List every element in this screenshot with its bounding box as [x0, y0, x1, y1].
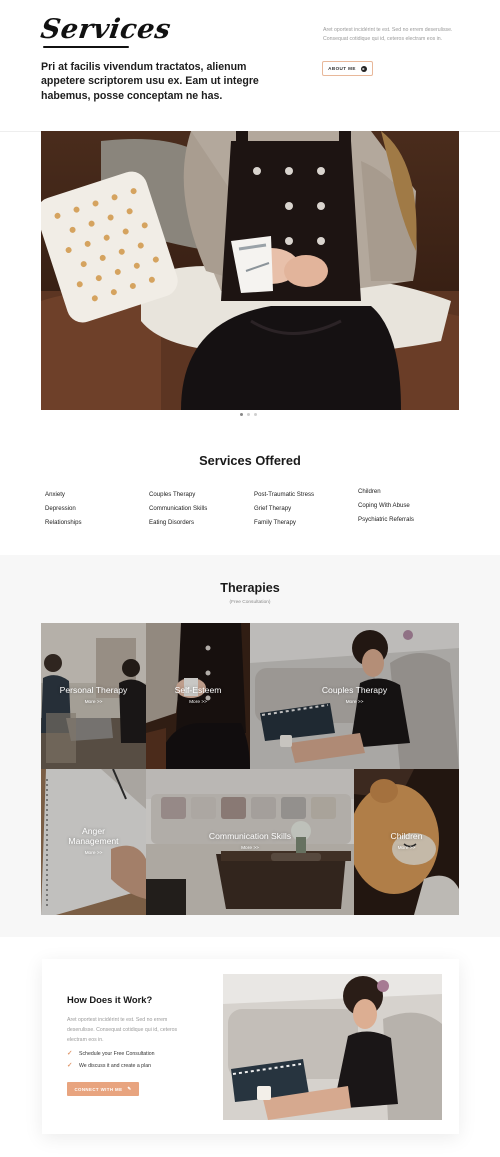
tile-overlay: [250, 623, 459, 769]
woman-on-couch-illustration: [223, 974, 442, 1120]
slider-dot[interactable]: [254, 413, 257, 416]
therapy-tile-communication[interactable]: Communication Skills More >>: [146, 769, 354, 915]
tile-more-link[interactable]: More >>: [354, 846, 459, 851]
service-item: Psychiatric Referrals: [358, 516, 414, 523]
how-it-works-text: Aret oportest incidérint te est. Sed no …: [67, 1017, 178, 1044]
service-item: Children: [358, 488, 381, 495]
services-column: Children Coping With Abuse Psychiatric R…: [358, 485, 414, 527]
about-me-label: ABOUT ME: [328, 66, 356, 71]
therapies-title: Therapies: [220, 581, 280, 595]
check-icon: ✓: [67, 1050, 73, 1057]
therapy-tile-anger-management[interactable]: Anger Management More >>: [41, 769, 146, 915]
tile-more-link[interactable]: More >>: [41, 851, 146, 856]
tile-more-link[interactable]: More >>: [146, 700, 250, 705]
about-me-button[interactable]: ABOUT ME ▸: [322, 61, 373, 76]
slider-dot[interactable]: [247, 413, 250, 416]
hero-photo-illustration: [41, 131, 459, 410]
tile-label-line: Anger: [82, 826, 105, 836]
service-item: Eating Disorders: [149, 519, 195, 526]
connect-button-label: CONNECT WITH ME: [74, 1086, 123, 1092]
lead-paragraph: Pri at facilis vivendum tractatos, alien…: [41, 61, 259, 102]
service-item: Anxiety: [45, 491, 65, 498]
services-column: Anxiety Depression Relationships: [45, 488, 82, 530]
connect-with-me-button[interactable]: CONNECT WITH ME ✎: [67, 1082, 139, 1096]
arrow-right-icon: ▸: [360, 65, 367, 72]
slider-dot[interactable]: [240, 413, 243, 416]
service-item: Relationships: [45, 519, 82, 526]
intro-text: Aret oportest incidérint te est. Sed no …: [323, 27, 453, 42]
tile-label: Self-Esteem: [174, 685, 222, 695]
services-column: Couples Therapy Communication Skills Eat…: [149, 488, 207, 530]
tile-overlay: [354, 769, 459, 915]
therapies-subtitle: (Free Consultation): [229, 600, 271, 605]
step-label: We discuss it and create a plan: [79, 1063, 151, 1069]
tile-label: Couples Therapy: [321, 685, 388, 695]
tile-overlay: [41, 623, 146, 769]
service-item: Couples Therapy: [149, 491, 196, 498]
title-underline: [43, 46, 129, 48]
step-item: ✓ We discuss it and create a plan: [67, 1062, 151, 1069]
service-item: Coping With Abuse: [358, 502, 410, 509]
tile-label: Personal Therapy: [59, 685, 128, 695]
service-item: Post-Traumatic Stress: [254, 491, 315, 498]
service-item: Depression: [45, 505, 76, 512]
tile-label: Communication Skills: [208, 831, 292, 841]
pencil-icon: ✎: [127, 1086, 132, 1091]
how-it-works-title: How Does it Work?: [67, 994, 153, 1005]
tile-overlay: [146, 623, 250, 769]
tile-more-link[interactable]: More >>: [146, 846, 354, 851]
how-it-works-photo: [223, 974, 442, 1120]
therapy-tile-personal[interactable]: Personal Therapy More >>: [41, 623, 146, 769]
hero-image: [41, 131, 459, 410]
service-item: Communication Skills: [149, 505, 208, 512]
tile-overlay: [146, 769, 354, 915]
tile-label: Children: [390, 831, 423, 841]
tile-more-link[interactable]: More >>: [41, 700, 146, 705]
therapy-tile-self-esteem[interactable]: Self-Esteem More >>: [146, 623, 250, 769]
service-item: Family Therapy: [254, 519, 296, 526]
service-item: Grief Therapy: [254, 505, 292, 512]
tile-label-line: Management: [68, 836, 119, 846]
therapy-tile-couples[interactable]: Couples Therapy More >>: [250, 623, 459, 769]
step-item: ✓ Schedule your Free Consultation: [67, 1050, 155, 1057]
tile-more-link[interactable]: More >>: [250, 700, 459, 705]
therapy-tile-children[interactable]: Children More >>: [354, 769, 459, 915]
page-title: Services: [38, 14, 173, 45]
therapies-grid: Personal Therapy More >> Self-Esteem Mor…: [41, 623, 459, 915]
services-column: Post-Traumatic Stress Grief Therapy Fami…: [254, 488, 314, 530]
slider-dots: [240, 413, 257, 416]
step-label: Schedule your Free Consultation: [79, 1051, 155, 1057]
tile-label: Anger Management: [41, 826, 146, 846]
services-title: Services Offered: [199, 453, 301, 468]
check-icon: ✓: [67, 1062, 73, 1069]
